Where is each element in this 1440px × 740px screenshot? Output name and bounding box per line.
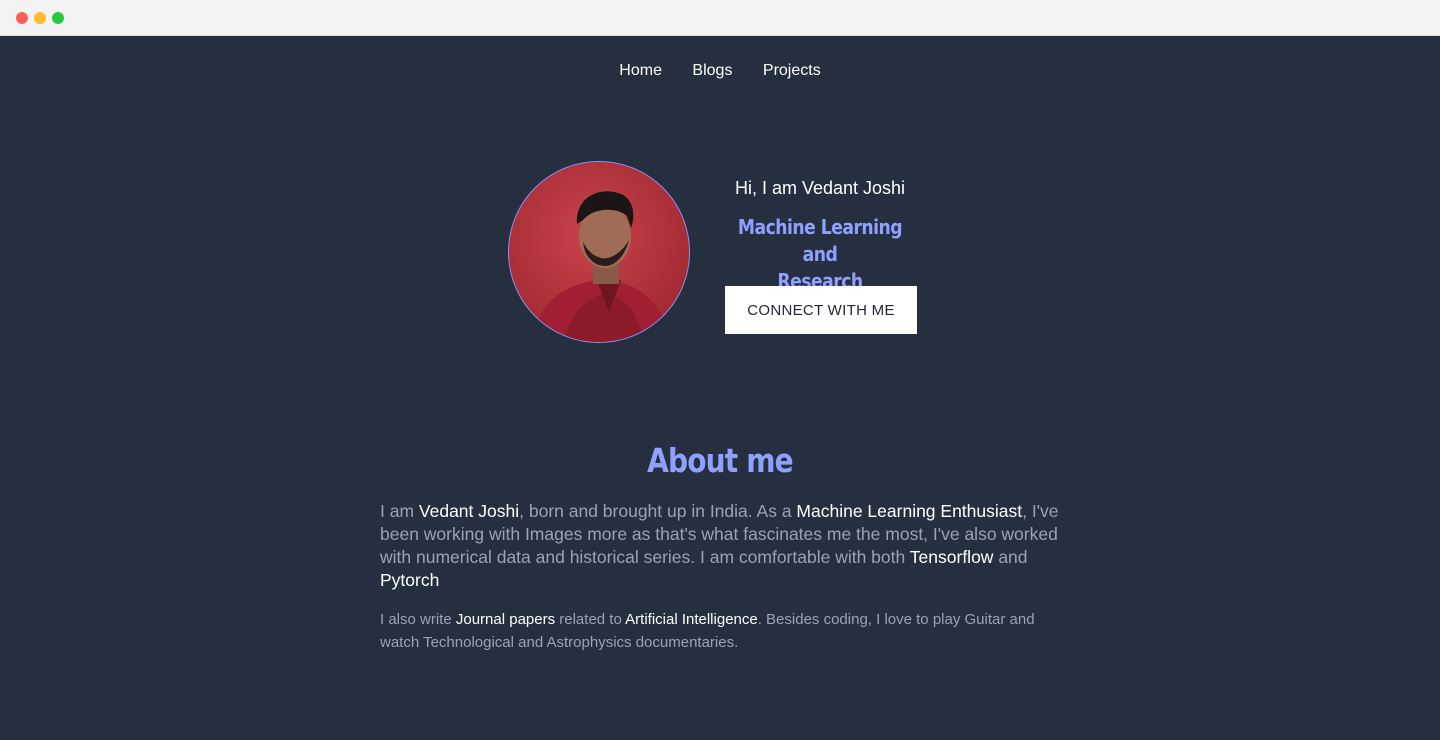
about-p2-ai: Artificial Intelligence: [625, 611, 758, 628]
maximize-window-button[interactable]: [52, 12, 64, 24]
about-p1-role: Machine Learning Enthusiast: [796, 501, 1023, 521]
browser-titlebar: [0, 0, 1440, 36]
about-p2-journal: Journal papers: [455, 611, 556, 628]
nav-blogs-link[interactable]: Blogs: [692, 62, 732, 80]
nav-projects-link[interactable]: Projects: [763, 62, 821, 80]
nav-home-link[interactable]: Home: [619, 62, 662, 80]
top-navigation: Home Blogs Projects: [0, 62, 1440, 80]
minimize-window-button[interactable]: [34, 12, 46, 24]
about-p1-pytorch: Pytorch: [380, 570, 440, 590]
about-p1-text-2: , born and brought up in India. As a: [519, 501, 797, 521]
hero-tagline-line1: Machine Learning and: [737, 215, 903, 266]
profile-avatar: [508, 161, 690, 343]
about-p1-text-4: and: [993, 547, 1028, 567]
about-p1-name: Vedant Joshi: [418, 501, 520, 521]
about-paragraph-2: I also write Journal papers related to A…: [380, 608, 1070, 654]
about-p2-text-2: related to: [555, 611, 626, 628]
hero-intro: Hi, I am Vedant Joshi Machine Learning a…: [710, 176, 930, 334]
page-content: Home Blogs Projects Hi, I am Vedant Josh…: [0, 36, 1440, 740]
about-paragraph-1: I am Vedant Joshi, born and brought up i…: [380, 500, 1070, 592]
connect-button[interactable]: CONNECT WITH ME: [725, 286, 917, 334]
about-p1-tensorflow: Tensorflow: [909, 547, 994, 567]
close-window-button[interactable]: [16, 12, 28, 24]
about-p1-text-1: I am: [380, 501, 419, 521]
hero-greeting: Hi, I am Vedant Joshi: [734, 178, 906, 198]
about-p2-text-1: I also write: [380, 611, 456, 628]
about-title: About me: [647, 441, 794, 480]
